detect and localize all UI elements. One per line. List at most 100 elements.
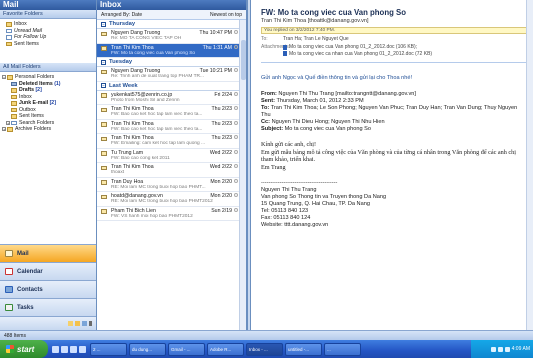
flag-icon[interactable] [234, 44, 238, 49]
taskbar-button[interactable]: ... [324, 342, 361, 356]
attachment-2[interactable]: Mo ta cong viec ca nhan cua Van phong 01… [283, 51, 432, 58]
message-preview: FW: Emailing: cam ket hoc tap lam quong … [111, 141, 206, 146]
message-row[interactable]: Tran Duy Hoa Mon 2/20 RE: Moi lam MC trong… [97, 178, 246, 192]
message-time: Sun 2/19 [211, 207, 232, 214]
message-preview: FW: Bao cao cong ket 2011 [111, 155, 170, 161]
search-folder-icon [11, 120, 17, 125]
message-list-scrollbar[interactable] [239, 20, 246, 330]
fwd-cc-label: Cc: [261, 119, 271, 125]
message-preview: thoaxt [111, 170, 125, 175]
message-row[interactable]: Nguyen Dang Truong Tue 10:21 PM Re: Trinh … [97, 67, 246, 82]
expand-icon[interactable]: + [6, 120, 10, 125]
taskbar-button[interactable]: 2 ... [90, 342, 127, 356]
message-sender[interactable]: Tran Thi Kim Thoa [thoattk@danang.gov.vn… [251, 18, 533, 27]
collapse-icon[interactable]: − [2, 75, 6, 80]
flag-icon[interactable] [234, 91, 238, 96]
flag-icon[interactable] [234, 164, 238, 168]
configure-buttons-icon[interactable] [89, 321, 92, 326]
flag-icon[interactable] [234, 178, 238, 183]
shortcuts-icon[interactable] [82, 321, 87, 326]
nav-shortcut-strip [0, 316, 96, 330]
signature-line[interactable]: Website: tttt.danang.gov.vn [261, 222, 523, 229]
collapse-icon[interactable]: − [101, 21, 106, 27]
message-row[interactable]: Tran Thi Kim Thoa Thu 1:31 AM FW: Mo ta co… [97, 43, 246, 58]
taskbar-buttons: 2 ... du dung... Gmail - ... Adobe R... Inbo… [90, 342, 471, 356]
tray-icon[interactable] [497, 346, 503, 352]
windows-taskbar: start 2 ... du dung... Gmail - ... Adobe R.… [0, 340, 533, 358]
flag-icon[interactable] [234, 149, 238, 154]
message-time: Mon 2/20 [210, 178, 232, 185]
flag-icon[interactable] [234, 106, 238, 110]
group-header[interactable]: − Tuesday [97, 58, 246, 67]
to-value[interactable]: Tran Ha; Tran Le Nguyet Que [283, 36, 349, 42]
quick-launch-icon[interactable] [61, 345, 68, 353]
sort-order-label[interactable]: Newest on top [210, 12, 242, 18]
favorites-header[interactable]: Favorite Folders [0, 10, 96, 19]
group-header[interactable]: − Last Week [97, 82, 246, 91]
quick-launch-icon[interactable] [79, 345, 86, 353]
message-preview: Photo from Moshi Sil and Zenrin [111, 97, 180, 103]
taskbar-button[interactable]: Gmail - ... [168, 342, 205, 356]
message-row[interactable]: yukenkat575@zenrin.co.jp Fri 2/24 Photo fr… [97, 91, 246, 105]
flag-icon[interactable] [234, 135, 238, 139]
tray-icon[interactable] [490, 346, 496, 352]
tray-icon[interactable] [504, 346, 510, 352]
group-header[interactable]: − Thursday [97, 20, 246, 29]
reading-pane-scrollbar[interactable] [526, 0, 533, 330]
message-row[interactable]: Tran Thi Kim Thoa Thu 2/23 FW: Bao cao ket… [97, 120, 246, 134]
contacts-icon [5, 286, 13, 293]
arrange-by-label[interactable]: Arranged By: Date [101, 12, 142, 18]
taskbar-button[interactable]: Inbox - ... [246, 342, 283, 356]
message-preview: Re: MO TA CONG VIEC TAP OH [111, 36, 182, 41]
tasks-button[interactable]: Tasks [0, 298, 96, 316]
fwd-cc-value: Nguyen Thi Dieu Hong; Nguyen Thi Nhu Hie… [271, 119, 385, 125]
flag-icon[interactable] [234, 207, 238, 212]
word-doc-icon [283, 51, 287, 57]
arrange-bar[interactable]: Arranged By: Date Newest on top [97, 10, 246, 20]
junk-count: [2] [49, 100, 56, 106]
all-folders-header[interactable]: All Mail Folders [0, 63, 96, 72]
envelope-icon [101, 46, 107, 51]
expand-icon[interactable]: + [2, 127, 6, 132]
quick-launch-icon[interactable] [52, 345, 59, 353]
notes-icon[interactable] [68, 321, 73, 326]
favorite-sent-items[interactable]: Sent Items [0, 41, 96, 48]
start-button[interactable]: start [0, 340, 48, 358]
info-bar[interactable]: You replied on 3/2/2012 7:40 PM. [261, 27, 527, 34]
flag-icon[interactable] [234, 30, 238, 34]
folder-list-icon[interactable] [75, 321, 80, 326]
collapse-icon[interactable]: − [101, 59, 106, 65]
signature-block: Nguyen Thi Thu Trang Van phong So Thong … [261, 187, 523, 229]
contacts-button[interactable]: Contacts [0, 280, 96, 298]
flag-icon[interactable] [234, 68, 238, 72]
message-time: Wed 2/22 [209, 164, 232, 170]
navigation-pane: Mail Favorite Folders Inbox Unread Mail … [0, 0, 97, 330]
fwd-sent-value: Thursday, March 01, 2012 2:33 PM [276, 98, 364, 104]
message-row[interactable]: Tran Thi Kim Thoa Wed 2/22 thoaxt [97, 163, 246, 178]
message-row[interactable]: Nguyen Dang Truong Thu 10:47 PM Re: MO TA … [97, 29, 246, 44]
status-bar: 488 Items [0, 330, 533, 340]
collapse-icon[interactable]: − [101, 83, 106, 88]
clock[interactable]: 4:09 AM [512, 346, 530, 352]
mail-button[interactable]: Mail [0, 244, 96, 262]
taskbar-button[interactable]: du dung... [129, 342, 166, 356]
calendar-button[interactable]: Calendar [0, 262, 96, 280]
envelope-icon [101, 122, 107, 127]
message-row[interactable]: hoatd@danang.gov.vn Mon 2/20 RE: Moi lam M… [97, 192, 246, 207]
quick-launch-icon[interactable] [70, 345, 77, 353]
folder-archive[interactable]: + Archive Folders [0, 126, 96, 133]
message-row[interactable]: Pham Thi Bich Lien Sun 2/19 FW: VS hanh mo… [97, 207, 246, 221]
folder-icon [7, 75, 13, 80]
taskbar-button[interactable]: Adobe R... [207, 342, 244, 356]
message-row[interactable]: Tran Thi Kim Thoa Thu 2/23 FW: Emailing: c… [97, 134, 246, 149]
message-time: Thu 2/23 [211, 106, 232, 112]
message-row[interactable]: Tu Trung Lam Wed 2/22 FW: Bao cao cong ket… [97, 149, 246, 163]
scroll-thumb[interactable] [241, 40, 246, 80]
flag-icon[interactable] [234, 193, 238, 197]
taskbar-button[interactable]: untitled -... [285, 342, 322, 356]
flag-icon[interactable] [234, 120, 238, 125]
message-row[interactable]: Tran Thi Kim Thoa Thu 2/23 FW: Bao cao ket… [97, 105, 246, 120]
group-label: Last Week [109, 82, 138, 89]
tasks-icon [5, 304, 13, 311]
message-preview: RE: Moi lam MC trong buoi hop bao PHMT20… [111, 199, 213, 204]
